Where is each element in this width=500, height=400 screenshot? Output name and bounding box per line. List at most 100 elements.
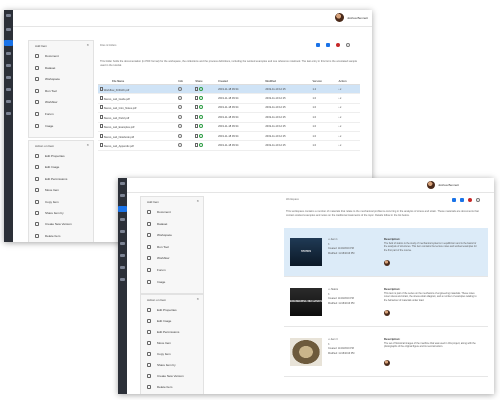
chart-icon[interactable] [6, 88, 11, 91]
chart-icon[interactable] [120, 254, 125, 257]
users-icon[interactable] [120, 266, 125, 269]
folder-icon[interactable] [6, 64, 11, 67]
menu-item[interactable]: Share Item by [35, 210, 91, 217]
action-cell[interactable]: › ▾ [336, 131, 360, 142]
action-cell[interactable]: › ▾ [336, 112, 360, 123]
info-cell[interactable] [176, 112, 194, 123]
table-row[interactable]: Stereo_Lab_Intro_Notes.pdf 2019-11-18 09… [98, 103, 360, 114]
favorite-icon[interactable] [336, 43, 340, 47]
item-card[interactable]: ▭ Item 3 3 Created: 11/18/2019 PM Modified:… [284, 328, 488, 377]
info-cell[interactable] [176, 93, 194, 104]
action-cell[interactable]: › ▾ [336, 93, 360, 104]
grid-view-icon[interactable] [316, 43, 320, 47]
menu-item[interactable]: Create New Version [35, 221, 91, 228]
home-icon[interactable] [118, 206, 127, 212]
menu-item[interactable]: Delete Item [35, 233, 91, 240]
close-icon[interactable]: ✕ [86, 143, 89, 147]
close-icon[interactable]: ✕ [86, 43, 89, 47]
users-icon[interactable] [6, 100, 11, 103]
owner-avatar[interactable] [384, 360, 390, 366]
menu-item[interactable]: Workspace [35, 76, 91, 83]
username[interactable]: Joshua Bennett [438, 183, 459, 187]
menu-item[interactable]: Delete Item [147, 384, 201, 391]
settings-icon[interactable] [346, 43, 350, 47]
menu-item[interactable]: Document [35, 53, 91, 60]
menu-item[interactable]: Edit Properties [35, 153, 91, 160]
table-row[interactable]: Stereo_Lab_Part2.pdf 2019-11-18 09:34 201… [98, 112, 360, 123]
menu-item[interactable]: Edit Image [147, 318, 201, 325]
breadcrumb[interactable]: Workspace [286, 198, 299, 202]
share-cell[interactable] [193, 93, 217, 104]
menu-icon[interactable] [6, 28, 11, 31]
share-cell[interactable] [193, 84, 217, 95]
avatar[interactable] [335, 13, 344, 22]
table-row[interactable]: Stereo_Lab_Appendix.pdf 2019-11-18 09:34… [98, 140, 360, 151]
more-icon[interactable]: ▾ [340, 116, 341, 119]
menu-item[interactable]: Workflow [147, 255, 201, 262]
item-title[interactable]: Statics [331, 288, 338, 291]
item-title[interactable]: Item 3 [331, 338, 338, 341]
settings-icon[interactable] [6, 112, 11, 115]
info-cell[interactable] [176, 140, 194, 151]
item-card[interactable]: ENGINEERING MECHANICS ▭ Statics 3 Created: … [284, 278, 488, 327]
search-icon[interactable] [120, 218, 125, 221]
owner-avatar[interactable] [384, 260, 390, 266]
menu-item[interactable]: Copy Item [147, 351, 201, 358]
list-view-icon[interactable] [326, 43, 330, 47]
close-icon[interactable]: ✕ [196, 297, 199, 301]
more-icon[interactable]: ▾ [340, 135, 341, 138]
menu-item[interactable]: Image [35, 123, 91, 130]
home-icon[interactable] [4, 40, 13, 46]
menu-item[interactable]: Workspace [147, 232, 201, 239]
share-cell[interactable] [193, 103, 217, 114]
action-cell[interactable]: › ▾ [336, 140, 360, 151]
close-icon[interactable]: ✕ [196, 199, 199, 203]
settings-icon[interactable] [476, 198, 480, 202]
item-thumbnail[interactable] [290, 338, 322, 366]
grid-view-icon[interactable] [452, 198, 456, 202]
logo-icon[interactable] [120, 182, 125, 185]
action-cell[interactable]: › ▾ [336, 122, 360, 132]
favorite-icon[interactable] [468, 198, 472, 202]
menu-item[interactable]: Copy Item [35, 199, 91, 206]
more-icon[interactable]: ▾ [340, 88, 341, 91]
search-icon[interactable] [6, 52, 11, 55]
menu-item[interactable]: Run Tool [35, 88, 91, 95]
file-name-cell[interactable]: Stereo_Lab_Part2.pdf [98, 112, 177, 123]
item-thumbnail[interactable]: ENGINEERING MECHANICS [290, 288, 322, 316]
menu-icon[interactable] [120, 194, 125, 197]
more-icon[interactable]: ▾ [340, 144, 341, 147]
more-icon[interactable]: ▾ [340, 106, 341, 109]
item-thumbnail[interactable]: STATICS [290, 238, 322, 266]
username[interactable]: Joshua Bennett [347, 16, 368, 20]
menu-item[interactable]: Edit Image [35, 164, 91, 171]
action-cell[interactable]: › ▾ [336, 103, 360, 114]
folder-icon[interactable] [120, 230, 125, 233]
menu-item[interactable]: Image [147, 279, 201, 286]
file-name-cell[interactable]: Stereo_Lab_Notebook.pdf [98, 131, 177, 142]
info-cell[interactable] [176, 103, 194, 114]
menu-item[interactable]: Edit Permissions [35, 176, 91, 183]
menu-item[interactable]: Edit Properties [147, 307, 201, 314]
info-cell[interactable] [176, 131, 194, 142]
file-name-cell[interactable]: Stereo_Lab_Examples.pdf [98, 122, 177, 132]
owner-avatar[interactable] [384, 310, 390, 316]
file-name-cell[interactable]: Workflow_KODAK.pdf [98, 84, 177, 95]
file-name-cell[interactable]: Stereo_Lab_Appendix.pdf [98, 140, 177, 151]
menu-item[interactable]: Dataset [147, 221, 201, 228]
menu-item[interactable]: Edit Permissions [147, 329, 201, 336]
menu-item[interactable]: Forum [147, 267, 201, 274]
more-icon[interactable]: ▾ [340, 97, 341, 100]
share-cell[interactable] [193, 131, 217, 142]
menu-item[interactable]: Workflow [35, 99, 91, 106]
menu-item[interactable]: Run Tool [147, 244, 201, 251]
breadcrumb[interactable]: Files & folders [100, 44, 116, 48]
item-title[interactable]: Item 1 [331, 238, 338, 241]
table-row[interactable]: Stereo_Lab_Examples.pdf 2019-11-18 09:34… [98, 122, 360, 132]
table-row[interactable]: Stereo_Lab_Guide.pdf 2019-11-18 09:34 201… [98, 93, 360, 104]
file-name-cell[interactable]: Stereo_Lab_Guide.pdf [98, 93, 177, 104]
menu-item[interactable]: Move Item [35, 187, 91, 194]
logo-icon[interactable] [6, 14, 11, 17]
menu-item[interactable]: Forum [35, 111, 91, 118]
tool-icon[interactable] [6, 76, 11, 79]
